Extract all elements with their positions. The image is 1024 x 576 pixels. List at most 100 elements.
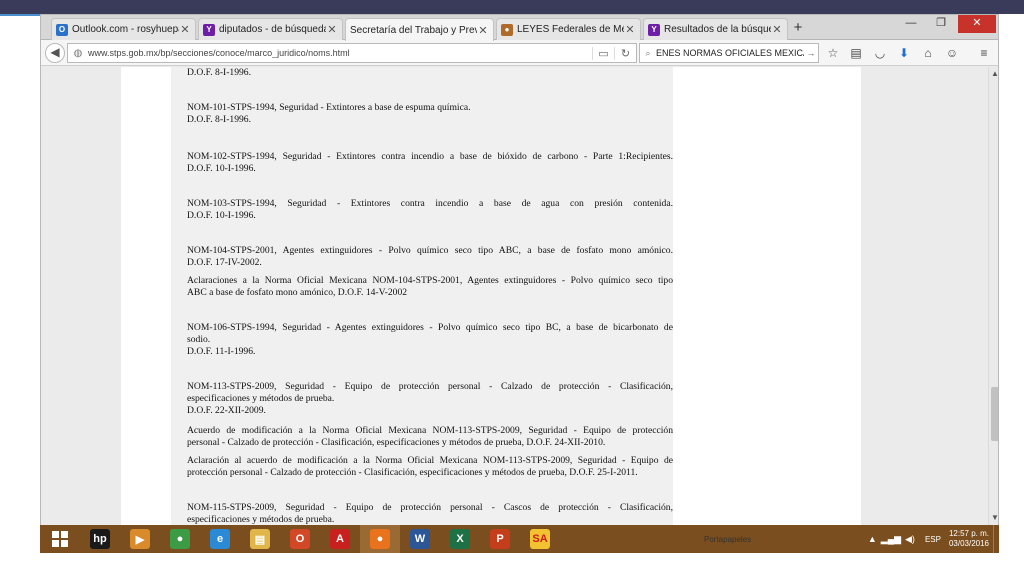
pocket-icon[interactable]: ◡ xyxy=(871,44,889,62)
arrow-right-icon[interactable]: → xyxy=(804,48,818,58)
outlook-icon: O xyxy=(56,23,68,36)
close-tab-icon[interactable]: ✕ xyxy=(771,23,783,36)
home-icon[interactable]: ⌂ xyxy=(919,44,937,62)
volume-icon[interactable]: ◀) xyxy=(905,534,915,545)
new-tab-button[interactable]: + xyxy=(790,20,806,36)
word-icon: W xyxy=(410,529,430,549)
right-margin xyxy=(999,14,1024,554)
norm-entry: D.O.F. 8-I-1996. xyxy=(187,67,673,79)
norm-line: especificaciones y métodos de prueba. xyxy=(187,393,335,404)
minimize-button[interactable]: — xyxy=(897,15,925,33)
taskbar-app[interactable]: ▶ xyxy=(120,525,160,553)
restore-button[interactable]: ❐ xyxy=(927,15,955,33)
bookmark-star-icon[interactable]: ☆ xyxy=(824,44,842,62)
norm-line: D.O.F. 10-I-1996. xyxy=(187,163,256,174)
clock-date: 03/03/2016 xyxy=(948,539,989,548)
norm-entry: NOM-103-STPS-1994, Seguridad - Extintore… xyxy=(187,198,673,222)
clock[interactable]: 12:57 p. m. 03/03/2016 xyxy=(949,529,989,549)
norm-line: NOM-101-STPS-1994, Seguridad - Extintore… xyxy=(187,102,471,113)
bookmarks-list-icon[interactable]: ▤ xyxy=(847,44,865,62)
tab-strip: + — ❐ ✕ OOutlook.com - rosyhuepa...✕Ydip… xyxy=(41,15,998,41)
sa-app-icon: SA xyxy=(530,529,550,549)
powerpoint-icon: P xyxy=(490,529,510,549)
start-button[interactable] xyxy=(40,525,80,553)
hp-icon: hp xyxy=(90,529,110,549)
norm-line: NOM-104-STPS-2001, Agentes extinguidores… xyxy=(187,245,673,256)
mexico-seal-icon: ● xyxy=(501,23,513,36)
search-icon: ⌕ xyxy=(645,47,651,58)
taskbar-app[interactable]: W xyxy=(400,525,440,553)
smiley-icon[interactable]: ☺ xyxy=(943,44,961,62)
taskbar-app[interactable]: e xyxy=(200,525,240,553)
internet-explorer-icon: e xyxy=(210,529,230,549)
download-icon[interactable]: ⬇ xyxy=(895,44,913,62)
tab-label: LEYES Federales de México xyxy=(517,24,624,35)
norm-line: protección personal - Calzado de protecc… xyxy=(187,467,638,478)
windows-logo-icon xyxy=(52,531,68,547)
tab-label: Secretaría del Trabajo y Previsi... xyxy=(350,24,477,36)
taskbar-app[interactable]: SA xyxy=(520,525,560,553)
norm-line: NOM-103-STPS-1994, Seguridad - Extintore… xyxy=(187,198,673,209)
taskbar-app[interactable]: A xyxy=(320,525,360,553)
tab-label: Resultados de la búsqued... xyxy=(664,24,771,35)
acrobat-icon: A xyxy=(330,529,350,549)
browser-tab[interactable]: O Outlook.com - rosyhuepa...✕ xyxy=(51,18,196,40)
taskbar-app[interactable]: ● xyxy=(160,525,200,553)
firefox-icon: ● xyxy=(370,529,390,549)
clock-time: 12:57 p. m. xyxy=(948,529,989,538)
norm-line: D.O.F. 22-XII-2009. xyxy=(187,405,266,416)
norm-entry: NOM-115-STPS-2009, Seguridad - Equipo de… xyxy=(187,502,673,525)
search-box[interactable]: ⌕ ENES NORMAS OFICIALES MEXICANAS → xyxy=(639,43,819,63)
close-tab-icon[interactable]: ✕ xyxy=(326,23,338,36)
navigation-bar: ◀ ◍ www.stps.gob.mx/bp/secciones/conoce/… xyxy=(41,40,998,66)
url-text[interactable]: www.stps.gob.mx/bp/secciones/conoce/marc… xyxy=(88,48,592,58)
norm-line: D.O.F. 8-I-1996. xyxy=(187,114,251,125)
taskbar-app[interactable]: ▤ xyxy=(240,525,280,553)
norm-entry: Acuerdo de modificación a la Norma Ofici… xyxy=(187,425,673,449)
norm-line: D.O.F. 17-IV-2002. xyxy=(187,257,262,268)
back-button[interactable]: ◀ xyxy=(45,43,65,63)
norm-line: personal - Calzado de protección - Clasi… xyxy=(187,437,606,448)
norm-line: D.O.F. 8-I-1996. xyxy=(187,67,251,78)
show-hidden-icons-icon[interactable]: ▲ xyxy=(868,534,877,544)
yahoo-icon: Y xyxy=(648,23,660,36)
taskbar-app[interactable]: X xyxy=(440,525,480,553)
scroll-up-icon[interactable]: ▲ xyxy=(989,69,998,81)
norm-entry: NOM-101-STPS-1994, Seguridad - Extintore… xyxy=(187,102,673,126)
menu-icon[interactable]: ≡ xyxy=(975,44,993,62)
browser-window: + — ❐ ✕ OOutlook.com - rosyhuepa...✕Ydip… xyxy=(40,14,999,526)
language-indicator[interactable]: ESP xyxy=(925,535,941,544)
browser-tab[interactable]: Secretaría del Trabajo y Previsi...✕ xyxy=(345,18,494,41)
close-tab-icon[interactable]: ✕ xyxy=(477,24,489,37)
taskbar-app[interactable]: P xyxy=(480,525,520,553)
browser-tab[interactable]: Ydiputados - de búsqueda ✕ xyxy=(198,18,343,40)
tab-label: diputados - de búsqueda xyxy=(219,24,326,35)
close-tab-icon[interactable]: ✕ xyxy=(179,23,191,36)
browser-tab[interactable]: ● LEYES Federales de México✕ xyxy=(496,18,641,40)
browser-tab[interactable]: Y Resultados de la búsqued...✕ xyxy=(643,18,788,40)
vertical-scrollbar[interactable]: ▲ ▼ xyxy=(988,67,998,525)
norm-line: sodio. xyxy=(187,334,211,345)
search-input[interactable]: ENES NORMAS OFICIALES MEXICANAS xyxy=(656,48,804,58)
yahoo-icon: Y xyxy=(203,23,215,36)
norm-line: Aclaración al acuerdo de modificación a … xyxy=(187,455,673,466)
office-icon: O xyxy=(290,529,310,549)
reader-view-icon[interactable]: ▭ xyxy=(592,46,614,60)
url-bar[interactable]: ◍ www.stps.gob.mx/bp/secciones/conoce/ma… xyxy=(67,43,637,63)
windows-taskbar: hp ▶ ● e ▤ O A ● W X P SA Portapapeles ▲ ▂▄▆ ◀) ESP… xyxy=(40,525,999,553)
network-icon[interactable]: ▂▄▆ xyxy=(881,534,901,545)
taskbar-app[interactable]: O xyxy=(280,525,320,553)
close-window-button[interactable]: ✕ xyxy=(958,15,996,33)
excel-icon: X xyxy=(450,529,470,549)
norm-entry: NOM-104-STPS-2001, Agentes extinguidores… xyxy=(187,245,673,269)
taskbar-app[interactable]: ● xyxy=(360,525,400,553)
close-tab-icon[interactable]: ✕ xyxy=(624,23,636,36)
reload-icon[interactable]: ↻ xyxy=(614,46,636,60)
norm-line: NOM-113-STPS-2009, Seguridad - Equipo de… xyxy=(187,381,673,392)
norm-line: D.O.F. 10-I-1996. xyxy=(187,210,256,221)
norm-line: Aclaraciones a la Norma Oficial Mexicana… xyxy=(187,275,673,286)
scroll-thumb[interactable] xyxy=(991,387,998,441)
taskbar-app[interactable]: hp xyxy=(80,525,120,553)
norm-line: NOM-102-STPS-1994, Seguridad - Extintore… xyxy=(187,151,673,162)
scroll-down-icon[interactable]: ▼ xyxy=(989,513,998,525)
